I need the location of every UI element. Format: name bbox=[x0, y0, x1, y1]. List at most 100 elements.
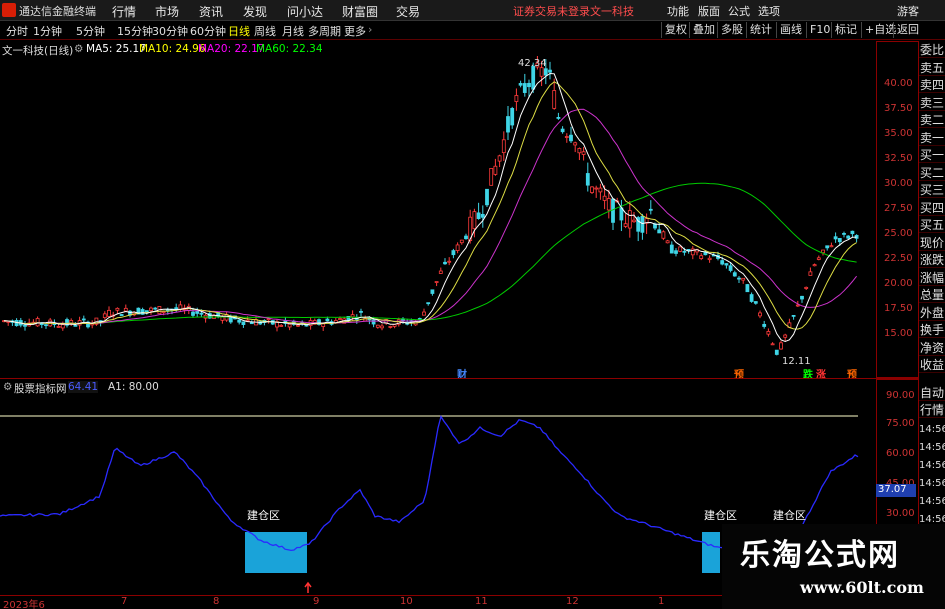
candle-body bbox=[115, 307, 120, 311]
mark-button[interactable]: 标记 bbox=[831, 22, 860, 38]
side-panel-item[interactable]: 现价 bbox=[919, 235, 945, 251]
candle-body bbox=[73, 324, 78, 327]
candle-body bbox=[661, 231, 666, 239]
side-panel-item[interactable]: 买五 bbox=[919, 217, 945, 233]
side-panel-item[interactable]: 委比 bbox=[919, 42, 945, 58]
period-intraday[interactable]: 分时 bbox=[6, 23, 28, 39]
period-15min[interactable]: 15分钟 bbox=[117, 23, 153, 39]
price-tick: 27.50 bbox=[884, 203, 913, 214]
login-notice[interactable]: 证券交易未登录 bbox=[513, 3, 590, 19]
candle-body bbox=[241, 321, 246, 325]
adjust-button[interactable]: 复权 bbox=[661, 22, 690, 38]
candle-body bbox=[577, 148, 582, 154]
menu-layout[interactable]: 版面 bbox=[698, 3, 720, 19]
period-1min[interactable]: 1分钟 bbox=[33, 23, 62, 39]
side-panel-item[interactable]: 买三 bbox=[919, 182, 945, 198]
overlay-button[interactable]: 叠加 bbox=[689, 22, 718, 38]
candle-body bbox=[149, 307, 153, 312]
side-panel-item[interactable]: 净资 bbox=[919, 340, 945, 356]
menu-trade[interactable]: 交易 bbox=[396, 3, 420, 20]
side-panel-item[interactable]: 行情 bbox=[919, 402, 945, 418]
candle-body bbox=[359, 310, 363, 313]
settings-icon[interactable]: ⚙ bbox=[74, 43, 83, 55]
candle-body bbox=[749, 294, 754, 302]
candle-body bbox=[737, 277, 741, 280]
candlestick-chart[interactable] bbox=[0, 56, 880, 376]
side-panel-item[interactable]: 卖五 bbox=[919, 60, 945, 76]
side-panel-item[interactable]: 换手 bbox=[919, 322, 945, 338]
watermark-url: www.60lt.com bbox=[800, 578, 924, 597]
more-chevron-icon[interactable]: › bbox=[368, 23, 372, 36]
candle-body bbox=[573, 142, 578, 146]
tick-time: 14:56 bbox=[919, 442, 945, 453]
menu-market[interactable]: 市场 bbox=[155, 3, 179, 20]
candle-body bbox=[674, 250, 678, 254]
period-monthly[interactable]: 月线 bbox=[282, 23, 304, 39]
candle-body bbox=[682, 250, 687, 253]
candle-body bbox=[753, 301, 758, 304]
candle-body bbox=[556, 117, 561, 119]
candle-body bbox=[837, 238, 842, 243]
menu-discover[interactable]: 发现 bbox=[243, 3, 267, 20]
menu-quotes[interactable]: 行情 bbox=[112, 3, 136, 20]
side-panel-item[interactable]: 买一 bbox=[919, 147, 945, 163]
candle-body bbox=[371, 319, 376, 325]
menu-formula[interactable]: 公式 bbox=[728, 3, 750, 19]
back-button[interactable]: 返回 bbox=[893, 22, 922, 38]
buy-zone-box bbox=[245, 532, 307, 573]
candle-body bbox=[648, 208, 653, 211]
candle-body bbox=[640, 215, 645, 233]
candle-body bbox=[594, 187, 599, 190]
candle-body bbox=[741, 277, 746, 281]
candle-body bbox=[287, 323, 292, 328]
candle-body bbox=[825, 245, 830, 249]
menu-options[interactable]: 选项 bbox=[758, 3, 780, 19]
f10-button[interactable]: F10 bbox=[806, 22, 833, 38]
side-panel-item[interactable]: 卖四 bbox=[919, 77, 945, 93]
period-multi[interactable]: 多周期 bbox=[308, 23, 341, 39]
side-panel-item[interactable]: 涨幅 bbox=[919, 270, 945, 286]
side-panel-item[interactable]: 外盘 bbox=[919, 305, 945, 321]
indicator-tick: 75.00 bbox=[886, 418, 915, 429]
zone-label: 建仓区 bbox=[704, 509, 737, 522]
candle-body bbox=[560, 128, 565, 133]
candle-body bbox=[791, 314, 796, 317]
candle-body bbox=[522, 83, 527, 93]
period-daily[interactable]: 日线 bbox=[228, 23, 250, 39]
candle-body bbox=[35, 318, 40, 327]
menu-function[interactable]: 功能 bbox=[667, 3, 689, 19]
candle-body bbox=[375, 324, 380, 328]
stats-button[interactable]: 统计 bbox=[746, 22, 775, 38]
candle-body bbox=[434, 281, 439, 283]
candle-body bbox=[665, 240, 670, 244]
side-panel-item[interactable]: 买四 bbox=[919, 200, 945, 216]
side-panel-item[interactable]: 买二 bbox=[919, 165, 945, 181]
side-panel-item[interactable]: 卖二 bbox=[919, 112, 945, 128]
side-panel-item[interactable]: 卖一 bbox=[919, 130, 945, 146]
period-60min[interactable]: 60分钟 bbox=[190, 23, 226, 39]
draw-button[interactable]: 画线 bbox=[776, 22, 805, 38]
price-tick: 35.00 bbox=[884, 128, 913, 139]
menu-news[interactable]: 资讯 bbox=[199, 3, 223, 20]
side-panel-item[interactable]: 涨跌 bbox=[919, 252, 945, 268]
guest-label[interactable]: 游客 bbox=[897, 3, 919, 19]
candle-body bbox=[23, 324, 27, 327]
date-tick: 7 bbox=[121, 596, 128, 607]
indicator-tick: 30.00 bbox=[886, 508, 915, 519]
multi-stock-button[interactable]: 多股 bbox=[717, 22, 746, 38]
side-panel-item[interactable]: 总量 bbox=[919, 287, 945, 303]
side-panel-item[interactable]: 自动 bbox=[919, 385, 945, 401]
period-5min[interactable]: 5分钟 bbox=[76, 23, 105, 39]
candle-body bbox=[518, 83, 523, 86]
menu-ask[interactable]: 问小达 bbox=[287, 3, 323, 20]
menu-wealth[interactable]: 财富圈 bbox=[342, 3, 378, 20]
candle-body bbox=[464, 235, 468, 240]
candle-body bbox=[795, 304, 800, 307]
side-panel-item[interactable]: 卖三 bbox=[919, 95, 945, 111]
side-panel-item[interactable]: 收益 bbox=[919, 357, 945, 373]
period-more[interactable]: 更多 bbox=[344, 23, 366, 39]
candle-body bbox=[514, 95, 519, 102]
period-weekly[interactable]: 周线 bbox=[254, 23, 276, 39]
period-30min[interactable]: 30分钟 bbox=[152, 23, 188, 39]
candle-body bbox=[107, 309, 111, 317]
